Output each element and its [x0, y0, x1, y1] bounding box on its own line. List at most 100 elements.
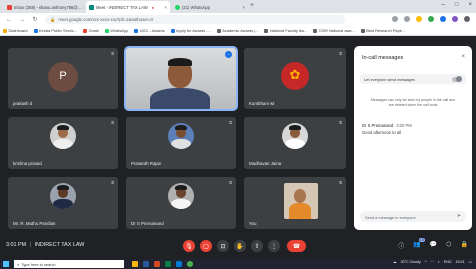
- share-icon[interactable]: [404, 16, 410, 22]
- participant-tile[interactable]: ⦸ Mr. R. Muthu Pandian: [8, 177, 118, 229]
- participant-tile-self[interactable]: ⦸ You: [244, 177, 346, 229]
- bookmark-item[interactable]: WhatsApp: [104, 28, 128, 33]
- send-messages-setting: Let everyone send messages: [360, 74, 466, 84]
- maximize-icon[interactable]: □: [455, 2, 459, 8]
- camera-off-icon: ▢: [203, 243, 209, 250]
- participant-tile[interactable]: ⦸ Madhavan Jaina: [244, 117, 346, 169]
- participant-tile-active-speaker[interactable]: ⋯: [124, 46, 238, 111]
- bookmark-icon: [33, 28, 38, 33]
- bookmark-item[interactable]: Best Research Pape...: [360, 28, 405, 33]
- participant-name: Dr S Premanand: [131, 221, 164, 226]
- mic-off-icon: ⦸: [111, 180, 114, 185]
- bookmark-item[interactable]: UGC - Awards: [134, 28, 165, 33]
- puzzle-icon[interactable]: [440, 16, 446, 22]
- mic-toggle-button[interactable]: 🎙: [183, 240, 195, 252]
- window-controls: – □ ×: [442, 2, 472, 8]
- new-tab-button[interactable]: +: [250, 2, 254, 9]
- participant-tile[interactable]: ⦸ P prakash d: [8, 48, 118, 109]
- taskbar-search-field[interactable]: ⌕ Type here to search: [14, 260, 124, 268]
- minimize-icon[interactable]: –: [442, 2, 445, 8]
- profile-avatar-icon[interactable]: [452, 16, 458, 22]
- excel-icon[interactable]: [165, 261, 171, 267]
- bookmark-item[interactable]: National Faculty Aw...: [264, 28, 307, 33]
- forward-icon[interactable]: →: [18, 17, 26, 23]
- close-window-icon[interactable]: ×: [468, 2, 472, 8]
- captions-icon: ⊡: [220, 243, 226, 250]
- tray-overflow-icon[interactable]: ^: [425, 260, 427, 264]
- powerpoint-icon[interactable]: [154, 261, 160, 267]
- send-messages-toggle[interactable]: [452, 76, 462, 82]
- close-icon[interactable]: ×: [83, 5, 84, 10]
- tab-gmail[interactable]: Inbox (358) - shanu.anthony786@... ×: [4, 1, 84, 13]
- participant-tile[interactable]: ⦸ Dr S Premanand: [126, 177, 236, 229]
- chat-input[interactable]: Send a message to everyone ➤: [360, 211, 466, 222]
- windows-start-icon[interactable]: [3, 261, 9, 267]
- search-icon: ⌕: [17, 261, 20, 267]
- leave-call-button[interactable]: ☎: [287, 240, 306, 252]
- panel-title: In-call messages: [362, 55, 404, 61]
- more-menu-icon[interactable]: [464, 16, 470, 22]
- extension-icon[interactable]: [428, 16, 434, 22]
- close-icon[interactable]: ×: [461, 54, 465, 60]
- participant-tile[interactable]: ⦸ ✿ Kumbhani wt: [244, 48, 346, 109]
- raise-hand-button[interactable]: ✋: [234, 240, 246, 252]
- extension-icons: [392, 16, 470, 22]
- bookmark-item[interactable]: Academic Awards |...: [216, 28, 258, 33]
- bookmark-item[interactable]: Dashboard: [3, 28, 28, 33]
- people-button[interactable]: 👥 10: [413, 238, 425, 250]
- participant-tile[interactable]: ⦸ krishna prasad: [8, 117, 118, 169]
- edge-icon[interactable]: [176, 261, 182, 267]
- bookmark-item[interactable]: CSIR National awa...: [313, 28, 355, 33]
- tab-meet[interactable]: Meet - INDIRECT TAX LAW ● ×: [86, 1, 170, 13]
- taskbar-apps: [132, 261, 193, 267]
- close-icon[interactable]: ×: [242, 5, 245, 10]
- reload-icon[interactable]: ↻: [31, 16, 39, 23]
- camera-toggle-button[interactable]: ▢: [200, 240, 212, 252]
- gmail-icon: [7, 4, 12, 10]
- participant-name: krishna prasad: [13, 161, 42, 166]
- present-button[interactable]: ⇧: [251, 240, 263, 252]
- tab-label: (21) WhatsApp: [182, 4, 210, 10]
- bookmark-icon: [170, 28, 175, 33]
- notification-icon[interactable]: ▭: [469, 260, 472, 264]
- word-icon[interactable]: [143, 261, 149, 267]
- participant-tile[interactable]: ⦸ Prasanth Rajan: [126, 117, 236, 169]
- mic-off-icon: ⦸: [111, 120, 114, 125]
- whatsapp-icon: [175, 4, 180, 10]
- avatar: ✿: [281, 62, 309, 90]
- lock-icon[interactable]: 🔒: [461, 241, 468, 250]
- activities-icon[interactable]: ⬡: [446, 241, 451, 250]
- message-header: Dr S Premanand 3:00 PM: [362, 123, 412, 128]
- send-icon[interactable]: ➤: [457, 213, 461, 219]
- lock-icon: 🔒: [50, 16, 56, 22]
- file-explorer-icon[interactable]: [132, 261, 138, 267]
- chat-icon[interactable]: 💬: [430, 241, 437, 250]
- more-options-button[interactable]: ⋮: [268, 240, 280, 252]
- url-field[interactable]: 🔒 meet.google.com/xxx-xxxx-xxx?pli=1&aut…: [45, 15, 345, 24]
- bookmark-item[interactable]: Kerala Public Servic...: [33, 28, 77, 33]
- weather-text: 30°C Cloudy: [400, 260, 421, 264]
- participant-name: Prasanth Rajan: [131, 161, 162, 166]
- volume-icon[interactable]: ◖: [438, 260, 440, 264]
- windows-taskbar: ⌕ Type here to search ☁ 30°C Cloudy ^ ◠ …: [0, 259, 476, 269]
- bookmark-item[interactable]: Apply for Awards -...: [170, 28, 211, 33]
- mic-off-icon: ⦸: [339, 51, 342, 56]
- camera-icon[interactable]: [392, 16, 398, 22]
- meeting-control-bar: 3:01 PM | INDIRECT TAX LAW 🎙 ▢ ⊡ ✋ ⇧ ⋮ ☎…: [0, 233, 476, 259]
- info-icon[interactable]: ⓘ: [398, 241, 404, 250]
- bookmark-item[interactable]: Gmail: [83, 28, 99, 33]
- back-icon[interactable]: ←: [5, 17, 13, 23]
- bookmark-icon: [360, 28, 365, 33]
- language-indicator[interactable]: ENG: [444, 260, 452, 264]
- clock[interactable]: 15:01: [456, 260, 465, 264]
- captions-button[interactable]: ⊡: [217, 240, 229, 252]
- tab-whatsapp[interactable]: (21) WhatsApp ×: [172, 1, 248, 13]
- participant-name: Madhavan Jaina: [249, 161, 282, 166]
- star-icon[interactable]: [416, 16, 422, 22]
- close-icon[interactable]: ×: [164, 5, 167, 10]
- chrome-icon[interactable]: [187, 261, 193, 267]
- network-icon[interactable]: ◠: [430, 260, 433, 264]
- bookmark-icon: [216, 28, 221, 33]
- in-call-messages-panel: In-call messages × Let everyone send mes…: [354, 46, 472, 230]
- present-icon: ⇧: [254, 243, 260, 250]
